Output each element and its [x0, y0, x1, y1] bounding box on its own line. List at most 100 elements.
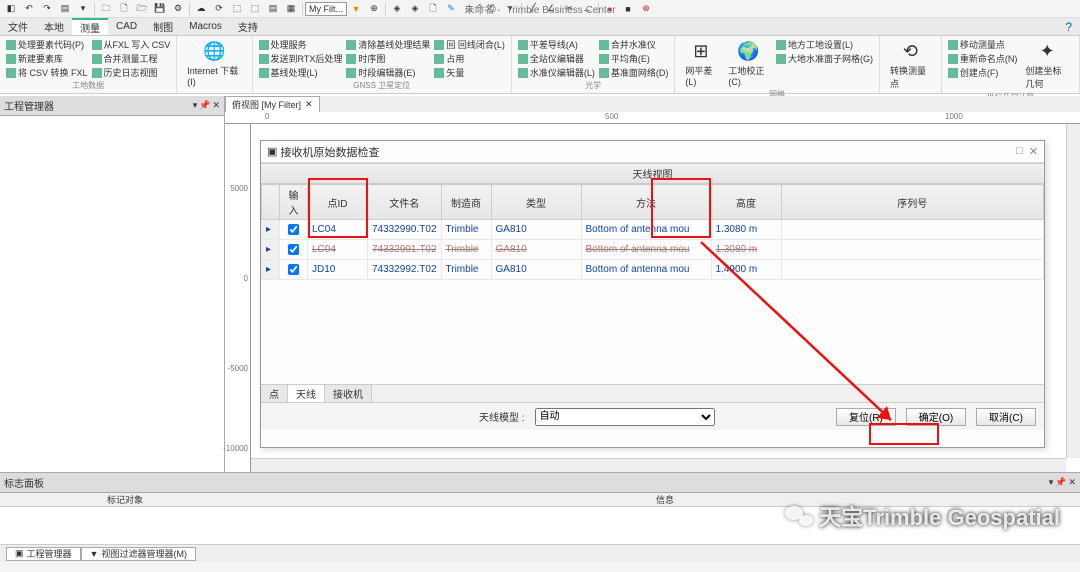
cube2-icon[interactable]: ⬚	[247, 2, 263, 16]
cell-serial[interactable]	[781, 220, 1043, 240]
menu-cad[interactable]: CAD	[108, 21, 145, 32]
menu-local[interactable]: 本地	[36, 19, 72, 34]
layers-icon[interactable]: ▤	[265, 2, 281, 16]
ribbon-merge-level[interactable]: 合并水准仪	[599, 38, 669, 51]
refresh-icon[interactable]: ⟳	[211, 2, 227, 16]
new-file-icon[interactable]: 🗋	[116, 2, 132, 16]
input-checkbox[interactable]	[288, 244, 299, 255]
ribbon-site-calib[interactable]: 🌍 工地校正(C)	[724, 38, 772, 89]
cell-method[interactable]: Bottom of antenna mou	[581, 220, 711, 240]
ribbon-mean-angle[interactable]: 平均角(E)	[599, 52, 669, 65]
cell-height[interactable]: 1.3080 m	[711, 220, 781, 240]
bottom-tab-project-explorer[interactable]: ▣工程管理器	[6, 547, 81, 561]
cell-pid[interactable]: LC04	[308, 240, 368, 260]
input-checkbox[interactable]	[288, 264, 299, 275]
cell-file[interactable]: 74332990.T02	[368, 220, 442, 240]
cube-icon[interactable]: ⬚	[229, 2, 245, 16]
col-method[interactable]: 方法	[581, 185, 711, 220]
ribbon-geoid-subgrid[interactable]: 大地水准面子网格(G)	[776, 52, 873, 65]
ribbon-process-service[interactable]: 处理服务	[259, 38, 343, 51]
ribbon-loop-closure[interactable]: 回 回线闭合(L)	[434, 38, 505, 51]
help-icon[interactable]: ?	[1065, 20, 1072, 34]
tab-close-icon[interactable]: ✕	[305, 99, 313, 110]
menu-drafting[interactable]: 制图	[145, 19, 181, 34]
ribbon-datum-network[interactable]: 基准面网络(D)	[599, 66, 669, 79]
new-icon[interactable]: ▤	[57, 2, 73, 16]
close-icon[interactable]: ✕	[1068, 477, 1076, 487]
menu-file[interactable]: 文件	[0, 19, 36, 34]
pin-icon[interactable]: ▾	[193, 100, 198, 110]
row-handle[interactable]: ▸	[262, 240, 280, 260]
antenna-model-select[interactable]: 自动	[535, 408, 715, 426]
cell-serial[interactable]	[781, 260, 1043, 280]
row-handle[interactable]: ▸	[262, 260, 280, 280]
folder-icon[interactable]: 🗀	[98, 2, 114, 16]
cell-type[interactable]: GA810	[491, 220, 581, 240]
ribbon-csv-to-fxl[interactable]: 将 CSV 转换 FXL	[6, 66, 88, 79]
ribbon-merge-survey[interactable]: 合并测量工程	[92, 52, 171, 65]
cell-input[interactable]	[280, 260, 308, 280]
ok-button[interactable]: 确定(O)	[906, 408, 966, 426]
input-checkbox[interactable]	[288, 224, 299, 235]
cell-method[interactable]: Bottom of antenna mou	[581, 240, 711, 260]
ribbon-internet-download[interactable]: 🌐 Internet 下载(I)	[183, 38, 245, 89]
redo-icon[interactable]: ↷	[39, 2, 55, 16]
menu-support[interactable]: 支持	[230, 19, 266, 34]
ribbon-new-feature-lib[interactable]: 新建要素库	[6, 52, 88, 65]
table-row[interactable]: ▸ LC0474332990.T02TrimbleGA810Bottom of a…	[262, 220, 1044, 240]
maximize-icon[interactable]: □	[1016, 145, 1023, 158]
dropdown-icon[interactable]: ▾	[75, 2, 91, 16]
tab-receiver[interactable]: 接收机	[325, 385, 372, 402]
view-tab-plan[interactable]: 俯视图 [My Filter]✕	[225, 96, 320, 112]
funnel-icon[interactable]: ▼	[348, 2, 364, 16]
cell-pid[interactable]: JD10	[308, 260, 368, 280]
close-icon[interactable]: ✕	[1029, 145, 1038, 158]
layer-icon[interactable]: ◈	[389, 2, 405, 16]
app-icon[interactable]: ◧	[3, 2, 19, 16]
ribbon-ts-editor[interactable]: 全站仪编辑器	[518, 52, 595, 65]
pen-icon[interactable]: ✎	[443, 2, 459, 16]
cell-serial[interactable]	[781, 240, 1043, 260]
cloud-icon[interactable]: ☁	[193, 2, 209, 16]
ribbon-create-cogo[interactable]: ✦ 创建坐标几何	[1021, 38, 1073, 92]
open-icon[interactable]: 🗁	[134, 2, 150, 16]
cell-height[interactable]: 1.3080 m	[711, 240, 781, 260]
cell-type[interactable]: GA810	[491, 260, 581, 280]
ribbon-occupy[interactable]: 占用	[434, 52, 505, 65]
pushpin-icon[interactable]: 📌	[199, 100, 210, 110]
ribbon-transform-point[interactable]: ⟲ 转换测量点	[886, 38, 935, 92]
dialog-titlebar[interactable]: ▣ 接收机原始数据检查 □ ✕	[261, 141, 1044, 163]
ribbon-vector[interactable]: 矢量	[434, 66, 505, 79]
table-row[interactable]: ▸JD1074332992.T02TrimbleGA810Bottom of a…	[262, 260, 1044, 280]
close-red-icon[interactable]: ⊗	[638, 2, 654, 16]
ribbon-process-feature[interactable]: 处理要素代码(P)	[6, 38, 88, 51]
tab-point[interactable]: 点	[261, 385, 288, 402]
col-mfr[interactable]: 制造商	[441, 185, 491, 220]
cell-method[interactable]: Bottom of antenna mou	[581, 260, 711, 280]
cell-file[interactable]: 74332991.T02	[368, 240, 442, 260]
ribbon-period-editor[interactable]: 时段编辑器(E)	[346, 66, 430, 79]
stop-icon[interactable]: ■	[620, 2, 636, 16]
cell-input[interactable]	[280, 240, 308, 260]
ribbon-move-point[interactable]: 移动测量点	[948, 38, 1018, 51]
cell-mfr[interactable]: Trimble	[441, 240, 491, 260]
table-row[interactable]: ▸LC0474332991.T02TrimbleGA810Bottom of a…	[262, 240, 1044, 260]
pushpin-icon[interactable]: 📌	[1055, 477, 1066, 487]
tab-antenna[interactable]: 天线	[288, 385, 325, 402]
col-serial[interactable]: 序列号	[781, 185, 1043, 220]
image-icon[interactable]: ▦	[283, 2, 299, 16]
col-input[interactable]: 输入	[280, 185, 308, 220]
cell-mfr[interactable]: Trimble	[441, 220, 491, 240]
ribbon-baseline-proc[interactable]: 基线处理(L)	[259, 66, 343, 79]
row-handle[interactable]: ▸	[262, 220, 280, 240]
gear-icon[interactable]: ⚙	[170, 2, 186, 16]
ribbon-traverse-adj[interactable]: 平差导线(A)	[518, 38, 595, 51]
col-pid[interactable]: 点ID	[308, 185, 368, 220]
cancel-button[interactable]: 取消(C)	[976, 408, 1036, 426]
reset-button[interactable]: 复位(R)	[836, 408, 896, 426]
col-file[interactable]: 文件名	[368, 185, 442, 220]
cell-pid[interactable]: LC04	[308, 220, 368, 240]
close-icon[interactable]: ✕	[212, 100, 220, 110]
ribbon-network-adj[interactable]: ⊞ 网平差(L)	[681, 38, 720, 89]
ribbon-fxl-to-csv[interactable]: 从FXL 写入 CSV	[92, 38, 171, 51]
